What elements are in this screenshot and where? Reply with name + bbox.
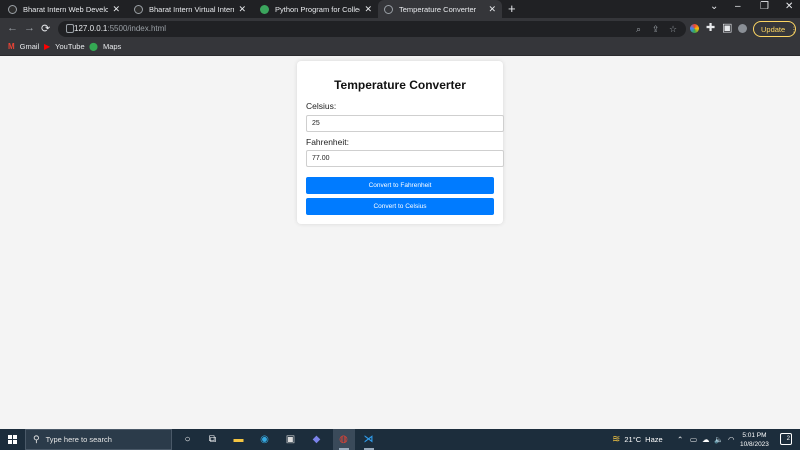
maps-pin-icon: ⬤ (89, 42, 98, 51)
minimize-button[interactable]: – (735, 1, 741, 12)
file-explorer-icon[interactable]: ▬ (231, 432, 246, 447)
vscode-icon[interactable]: ⋊ (361, 432, 376, 447)
clock-date: 10/8/2023 (740, 441, 769, 448)
site-favicon-icon (134, 4, 143, 14)
page-title: Temperature Converter (334, 78, 466, 92)
youtube-icon: ▶ (44, 42, 51, 51)
update-button[interactable]: Update ⋮ (753, 21, 798, 37)
notification-center-icon[interactable]: 2 (780, 433, 792, 445)
chrome-icon[interactable]: ◍ (336, 432, 351, 447)
haze-weather-icon: ≋ (612, 434, 621, 445)
tab-title: Bharat Intern Virtual Internship (149, 4, 234, 14)
forward-button[interactable]: → (24, 22, 35, 34)
onedrive-icon[interactable]: ☁ (702, 429, 710, 450)
notification-count: 2 (786, 436, 790, 442)
tab-title: Python Program for Collecting (275, 4, 360, 14)
converter-card: Temperature Converter Celsius: Fahrenhei… (297, 61, 504, 224)
tab-python-program[interactable]: Python Program for Collecting ✕ (254, 0, 378, 18)
share-icon[interactable]: ⇪ (652, 24, 660, 35)
taskbar-clock[interactable]: 5:01 PM 10/8/2023 (740, 431, 769, 449)
url-text[interactable]: 127.0.0.1:5500/index.html (74, 24, 166, 33)
url-path: :5500/index.html (107, 24, 167, 33)
wifi-icon[interactable]: ◠ (728, 429, 735, 450)
battery-icon[interactable]: ▭ (690, 429, 697, 450)
tab-temperature-converter[interactable]: Temperature Converter ✕ (378, 0, 502, 18)
tab-title: Temperature Converter (399, 4, 477, 14)
tab-bharat-web-dev[interactable]: Bharat Intern Web Development ✕ (2, 0, 126, 18)
globe-icon (384, 4, 393, 14)
close-icon[interactable]: ✕ (364, 4, 372, 15)
fahrenheit-input[interactable] (306, 150, 504, 167)
gmail-icon: M (8, 42, 15, 51)
new-tab-button[interactable]: + (508, 1, 516, 16)
copilot-icon[interactable]: ◆ (309, 432, 324, 447)
browser-toolbar: ← → ⟳ 127.0.0.1:5500/index.html ⌕ ⇪ ☆ ✚ … (0, 18, 800, 40)
celsius-label: Celsius: (306, 101, 337, 111)
close-window-button[interactable]: ✕ (785, 1, 793, 12)
taskbar-search-box[interactable]: ⚲ Type here to search (25, 429, 172, 450)
search-placeholder: Type here to search (45, 435, 112, 444)
tab-title: Bharat Intern Web Development (23, 4, 109, 14)
back-button[interactable]: ← (7, 22, 18, 34)
clock-time: 5:01 PM (742, 432, 767, 439)
url-host: 127.0.0.1 (74, 24, 108, 33)
weather-temp: 21°C (624, 435, 642, 444)
tab-strip: Bharat Intern Web Development ✕ Bharat I… (0, 0, 800, 18)
fahrenheit-label: Fahrenheit: (306, 137, 349, 147)
chevron-down-icon[interactable]: ⌄ (710, 1, 718, 12)
celsius-input[interactable] (306, 115, 504, 132)
task-view-icon[interactable]: ⧉ (205, 432, 220, 447)
chevron-up-icon[interactable]: ⌃ (677, 429, 683, 450)
edge-icon[interactable]: ◉ (257, 432, 272, 447)
weather-widget[interactable]: ≋ 21°C Haze (612, 429, 663, 450)
update-label: Update (761, 24, 786, 34)
bookmark-gmail[interactable]: M Gmail (8, 42, 39, 51)
extension-colorful-icon[interactable] (690, 24, 699, 33)
search-icon: ⚲ (33, 434, 40, 444)
windows-start-icon[interactable] (8, 435, 17, 444)
zoom-icon[interactable]: ⌕ (636, 24, 641, 35)
volume-icon[interactable]: 🔈 (714, 429, 723, 450)
cortana-icon[interactable]: ○ (180, 432, 195, 447)
bookmark-label: Maps (102, 42, 122, 51)
close-icon[interactable]: ✕ (238, 4, 246, 15)
extensions-puzzle-icon[interactable]: ✚ (706, 21, 715, 34)
close-icon[interactable]: ✕ (112, 4, 120, 15)
windows-taskbar: ⚲ Type here to search ○ ⧉ ▬ ◉ ▣ ◆ ◍ ⋊ ≋ … (0, 429, 800, 450)
restore-button[interactable]: ❐ (760, 1, 769, 12)
address-bar[interactable]: 127.0.0.1:5500/index.html ⌕ ⇪ ☆ (58, 21, 686, 37)
site-favicon-icon (8, 4, 17, 14)
site-favicon-icon (260, 4, 269, 14)
reload-button[interactable]: ⟳ (41, 22, 50, 35)
info-icon[interactable] (66, 24, 74, 33)
bookmark-label: Gmail (19, 42, 40, 51)
convert-to-celsius-button[interactable]: Convert to Celsius (306, 198, 494, 215)
bookmark-label: YouTube (55, 42, 85, 51)
side-panel-icon[interactable]: ▣ (722, 21, 732, 34)
bookmark-maps[interactable]: ⬤ Maps (89, 42, 121, 51)
bookmarks-bar: M Gmail ▶ YouTube ⬤ Maps (0, 40, 800, 56)
convert-to-fahrenheit-button[interactable]: Convert to Fahrenheit (306, 177, 494, 194)
close-icon[interactable]: ✕ (488, 4, 496, 15)
weather-desc: Haze (645, 435, 663, 444)
more-menu-icon: ⋮ (790, 24, 798, 34)
avatar[interactable] (738, 24, 747, 33)
store-icon[interactable]: ▣ (283, 432, 298, 447)
bookmark-youtube[interactable]: ▶ YouTube (44, 42, 85, 51)
tab-bharat-virtual-internship[interactable]: Bharat Intern Virtual Internship ✕ (128, 0, 252, 18)
bookmark-star-icon[interactable]: ☆ (669, 24, 677, 35)
